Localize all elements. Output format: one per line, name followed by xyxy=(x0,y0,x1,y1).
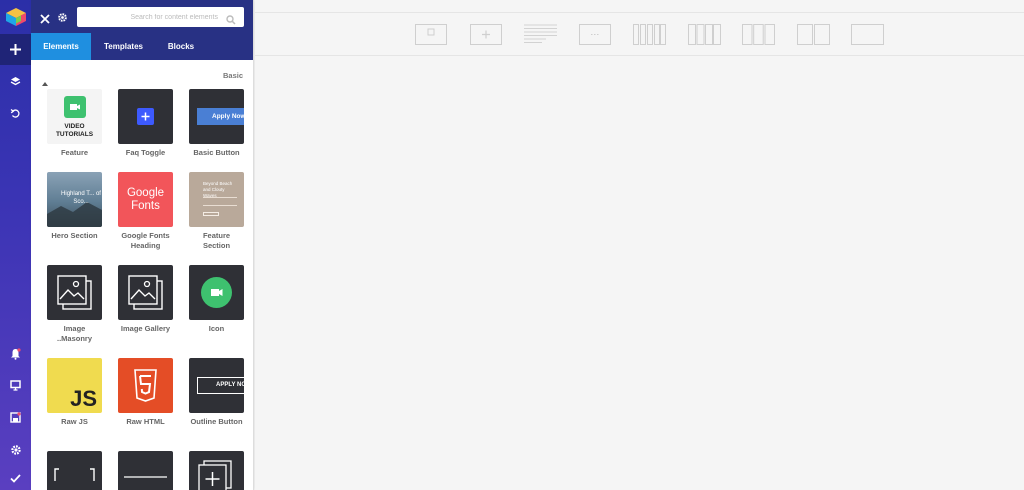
element-thumbnail: Highland T... of Sco... xyxy=(47,172,102,227)
element-thumbnail xyxy=(189,265,244,320)
element-image-gallery[interactable]: Image Gallery xyxy=(118,265,173,334)
element-tile[interactable] xyxy=(47,451,102,490)
bell-icon[interactable] xyxy=(0,338,31,369)
element-thumbnail xyxy=(118,89,173,144)
undo-icon[interactable] xyxy=(0,98,31,129)
thumb-text: VIDEO TUTORIALS xyxy=(55,123,94,138)
save-icon[interactable] xyxy=(0,402,31,433)
js-logo-text: JS xyxy=(70,386,97,411)
element-faq-toggle[interactable]: Faq Toggle xyxy=(118,89,173,158)
section-title: Basic xyxy=(222,71,243,80)
element-thumbnail: VIDEO TUTORIALS xyxy=(47,89,102,144)
element-raw-html[interactable]: Raw HTML xyxy=(118,358,173,427)
check-icon[interactable] xyxy=(0,466,31,490)
image-icon xyxy=(128,275,163,310)
thumb-button xyxy=(203,212,219,216)
layout-picker xyxy=(255,12,1024,56)
element-label: Hero Section xyxy=(51,231,98,240)
layout-1-column[interactable] xyxy=(851,24,884,45)
element-basic-button[interactable]: Apply Now Basic Button xyxy=(189,89,244,158)
element-google-fonts-heading[interactable]: Google Fonts Google Fonts Heading xyxy=(118,172,173,251)
layout-separator[interactable] xyxy=(579,24,611,45)
element-thumbnail xyxy=(47,265,102,320)
element-thumbnail xyxy=(118,451,173,490)
html5-logo xyxy=(134,369,157,402)
element-label: Raw JS xyxy=(61,417,88,426)
search-input[interactable] xyxy=(83,7,218,27)
element-image-masonry[interactable]: Image ..Masonry xyxy=(47,265,102,344)
monitor-icon[interactable] xyxy=(0,370,31,401)
layout-single-row[interactable] xyxy=(415,24,447,45)
layout-4-columns[interactable] xyxy=(688,24,721,45)
search-icon[interactable] xyxy=(226,12,236,30)
thumb-text: Google Fonts xyxy=(126,187,165,212)
separator-icon xyxy=(124,476,167,478)
element-label: Feature xyxy=(60,148,89,157)
thumb-text: Highland T... of Sco... xyxy=(61,191,101,205)
element-hero-section[interactable]: Highland T... of Sco... Hero Section xyxy=(47,172,102,241)
thumb-lines xyxy=(203,197,237,206)
element-thumbnail: APPLY NO xyxy=(189,358,244,413)
gear-icon[interactable] xyxy=(57,10,68,28)
section-icon xyxy=(54,468,95,481)
layout-5-columns[interactable] xyxy=(633,24,666,45)
layout-3-columns[interactable] xyxy=(742,24,775,45)
thumb-button: Apply Now xyxy=(197,108,244,125)
element-thumbnail xyxy=(118,358,173,413)
element-thumbnail: JS xyxy=(47,358,102,413)
vc-logo-icon[interactable] xyxy=(0,0,31,34)
element-label: Basic Button xyxy=(193,148,240,157)
element-icon[interactable]: Icon xyxy=(189,265,244,334)
element-label: Google Fonts Heading xyxy=(121,231,170,250)
search-box xyxy=(77,7,244,27)
video-icon xyxy=(64,96,86,118)
add-container-icon xyxy=(198,460,232,490)
element-thumbnail xyxy=(189,451,244,490)
plus-icon[interactable] xyxy=(0,34,31,65)
tab-elements[interactable]: Elements xyxy=(31,33,91,60)
left-rail xyxy=(0,0,31,490)
layout-add-element[interactable] xyxy=(470,24,502,45)
image-icon xyxy=(57,275,92,310)
gear-icon[interactable] xyxy=(0,434,31,465)
element-label: Faq Toggle xyxy=(125,148,166,157)
section-header[interactable]: Basic xyxy=(31,60,253,90)
layers-icon[interactable] xyxy=(0,66,31,97)
video-icon xyxy=(201,277,232,308)
element-thumbnail: Apply Now xyxy=(189,89,244,144)
element-thumbnail: Google Fonts xyxy=(118,172,173,227)
element-thumbnail xyxy=(118,265,173,320)
element-feature-section[interactable]: Beyond Beach and Clouty Waves Feature Se… xyxy=(189,172,244,251)
panel-header xyxy=(31,0,253,33)
element-raw-js[interactable]: JS Raw JS xyxy=(47,358,102,427)
element-tile[interactable] xyxy=(189,451,244,490)
element-thumbnail xyxy=(47,451,102,490)
element-label: Feature Section xyxy=(202,231,231,250)
element-tile[interactable] xyxy=(118,451,173,490)
element-label: Image ..Masonry xyxy=(56,324,92,343)
layout-2-columns[interactable] xyxy=(797,24,830,45)
element-outline-button[interactable]: APPLY NO Outline Button xyxy=(189,358,244,427)
element-thumbnail: Beyond Beach and Clouty Waves xyxy=(189,172,244,227)
close-icon[interactable] xyxy=(40,11,50,29)
element-label: Image Gallery xyxy=(120,324,171,333)
panel-tabs: Elements Templates Blocks xyxy=(31,33,253,60)
element-label: Outline Button xyxy=(190,417,243,426)
element-label: Raw HTML xyxy=(126,417,165,426)
thumb-button: APPLY NO xyxy=(197,377,244,394)
tab-blocks[interactable]: Blocks xyxy=(156,33,206,60)
add-element-panel: Elements Templates Blocks Basic VIDEO TU… xyxy=(31,0,254,490)
element-feature[interactable]: VIDEO TUTORIALS Feature xyxy=(47,89,102,158)
editor-canvas[interactable] xyxy=(255,0,1024,490)
tab-templates[interactable]: Templates xyxy=(91,33,156,60)
layout-text-block[interactable] xyxy=(524,24,557,45)
element-label: Icon xyxy=(208,324,225,333)
plus-icon xyxy=(137,108,154,125)
